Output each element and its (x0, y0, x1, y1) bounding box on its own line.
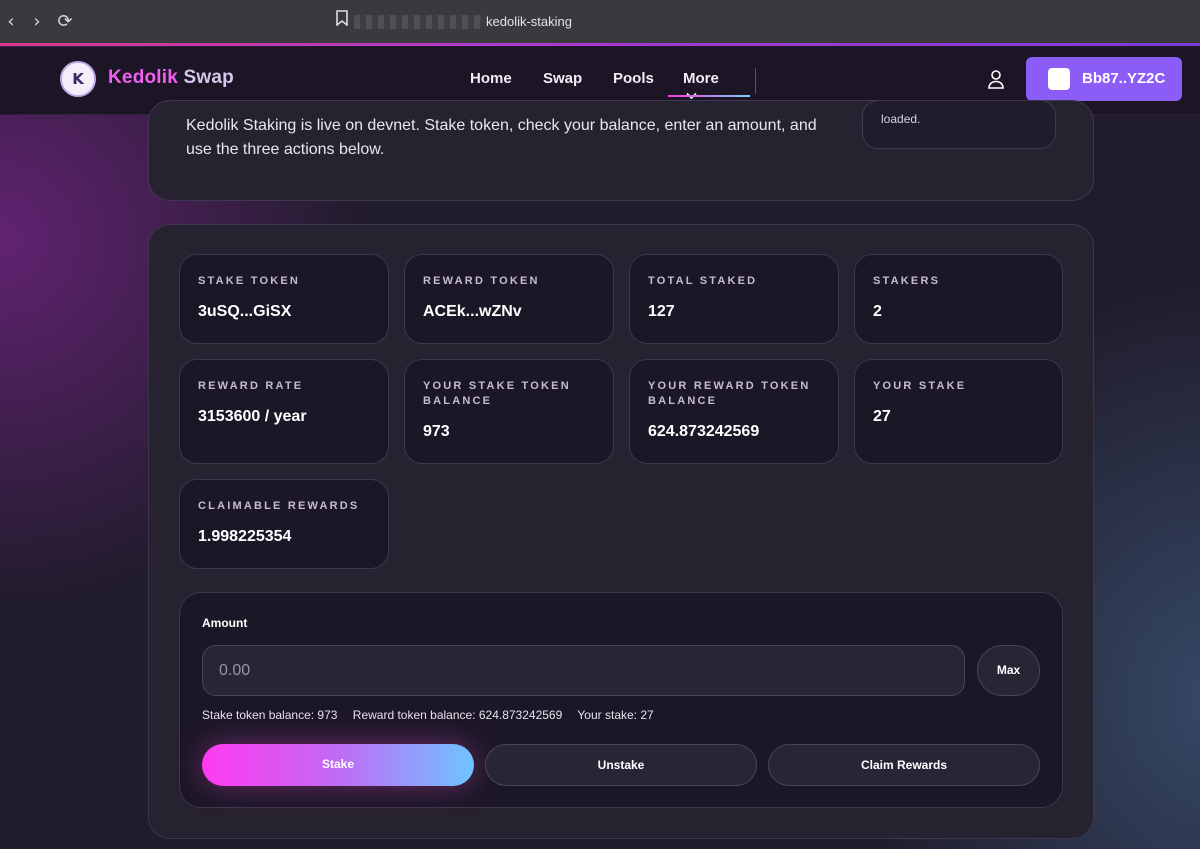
stat-card: STAKE TOKEN 3uSQ...GiSX (179, 254, 389, 344)
nav-pools[interactable]: Pools (613, 70, 654, 87)
amount-label: Amount (202, 616, 248, 630)
bookmark-icon[interactable] (336, 9, 348, 35)
brand-first: Kedolik (108, 67, 179, 88)
info-description: Kedolik Staking is live on devnet. Stake… (186, 117, 817, 158)
unstake-button[interactable]: Unstake (485, 744, 757, 786)
stat-card: REWARD RATE 3153600 / year (179, 359, 389, 464)
wallet-avatar (1048, 68, 1070, 90)
max-button[interactable]: Max (977, 645, 1040, 696)
stat-value: ACEk...wZNv (423, 303, 522, 320)
stat-card: YOUR REWARD TOKEN BALANCE 624.873242569 (629, 359, 839, 464)
nav-divider (755, 68, 756, 94)
nav-swap[interactable]: Swap (543, 70, 582, 87)
reload-icon[interactable]: ⟳ (54, 10, 76, 34)
stat-label: YOUR REWARD TOKEN BALANCE (648, 380, 811, 407)
stat-label: STAKERS (873, 275, 941, 287)
stat-label: CLAIMABLE REWARDS (198, 500, 360, 512)
brand-name[interactable]: Kedolik Swap (108, 67, 234, 89)
stat-card: CLAIMABLE REWARDS 1.998225354 (179, 479, 389, 569)
wallet-address: Bb87..YZ2C (1082, 70, 1166, 87)
stat-value: 1.998225354 (198, 528, 292, 545)
nav-more-label: More (683, 70, 719, 87)
status-card: loaded. (862, 100, 1056, 149)
active-nav-underline (668, 95, 750, 97)
stat-label: STAKE TOKEN (198, 275, 301, 287)
claim-rewards-button[interactable]: Claim Rewards (768, 744, 1040, 786)
stat-card: YOUR STAKE TOKEN BALANCE 973 (404, 359, 614, 464)
stat-value: 127 (648, 303, 675, 320)
stat-label: YOUR STAKE TOKEN BALANCE (423, 380, 571, 407)
stat-label: YOUR STAKE (873, 380, 967, 392)
amount-input[interactable] (202, 645, 965, 696)
stat-value: 3uSQ...GiSX (198, 303, 292, 320)
brand-second: Swap (183, 67, 234, 88)
your-stake-text: Your stake: 27 (577, 708, 654, 722)
stat-card: TOTAL STAKED 127 (629, 254, 839, 344)
status-text: loaded. (881, 112, 921, 126)
stat-card: STAKERS 2 (854, 254, 1063, 344)
nav-home[interactable]: Home (470, 70, 512, 87)
stat-value: 624.873242569 (648, 423, 760, 440)
stake-button[interactable]: Stake (202, 744, 474, 786)
address-bar[interactable]: kedolik-staking (330, 9, 770, 35)
nav-more[interactable]: More (683, 70, 719, 104)
stat-label: REWARD TOKEN (423, 275, 540, 287)
reward-balance-text: Reward token balance: 624.873242569 (352, 708, 563, 722)
stat-value: 2 (873, 303, 882, 320)
url-text: kedolik-staking (486, 14, 572, 29)
stat-value: 973 (423, 423, 450, 440)
stat-value: 3153600 / year (198, 408, 307, 425)
stat-value: 27 (873, 408, 891, 425)
browser-toolbar: ‹ › ⟳ kedolik-staking (0, 0, 1200, 46)
forward-icon[interactable]: › (26, 10, 48, 34)
wallet-button[interactable]: Bb87..YZ2C (1026, 57, 1182, 101)
user-icon[interactable] (986, 69, 1006, 89)
balance-summary: Stake token balance: 973 Reward token ba… (202, 708, 666, 722)
stat-card: YOUR STAKE 27 (854, 359, 1063, 464)
redacted-url-segment (354, 15, 482, 29)
stat-label: TOTAL STAKED (648, 275, 758, 287)
stat-card: REWARD TOKEN ACEk...wZNv (404, 254, 614, 344)
stat-label: REWARD RATE (198, 380, 304, 392)
stake-balance-text: Stake token balance: 973 (202, 708, 338, 722)
kedolik-logo[interactable]: K (60, 61, 96, 97)
back-icon[interactable]: ‹ (0, 10, 22, 34)
